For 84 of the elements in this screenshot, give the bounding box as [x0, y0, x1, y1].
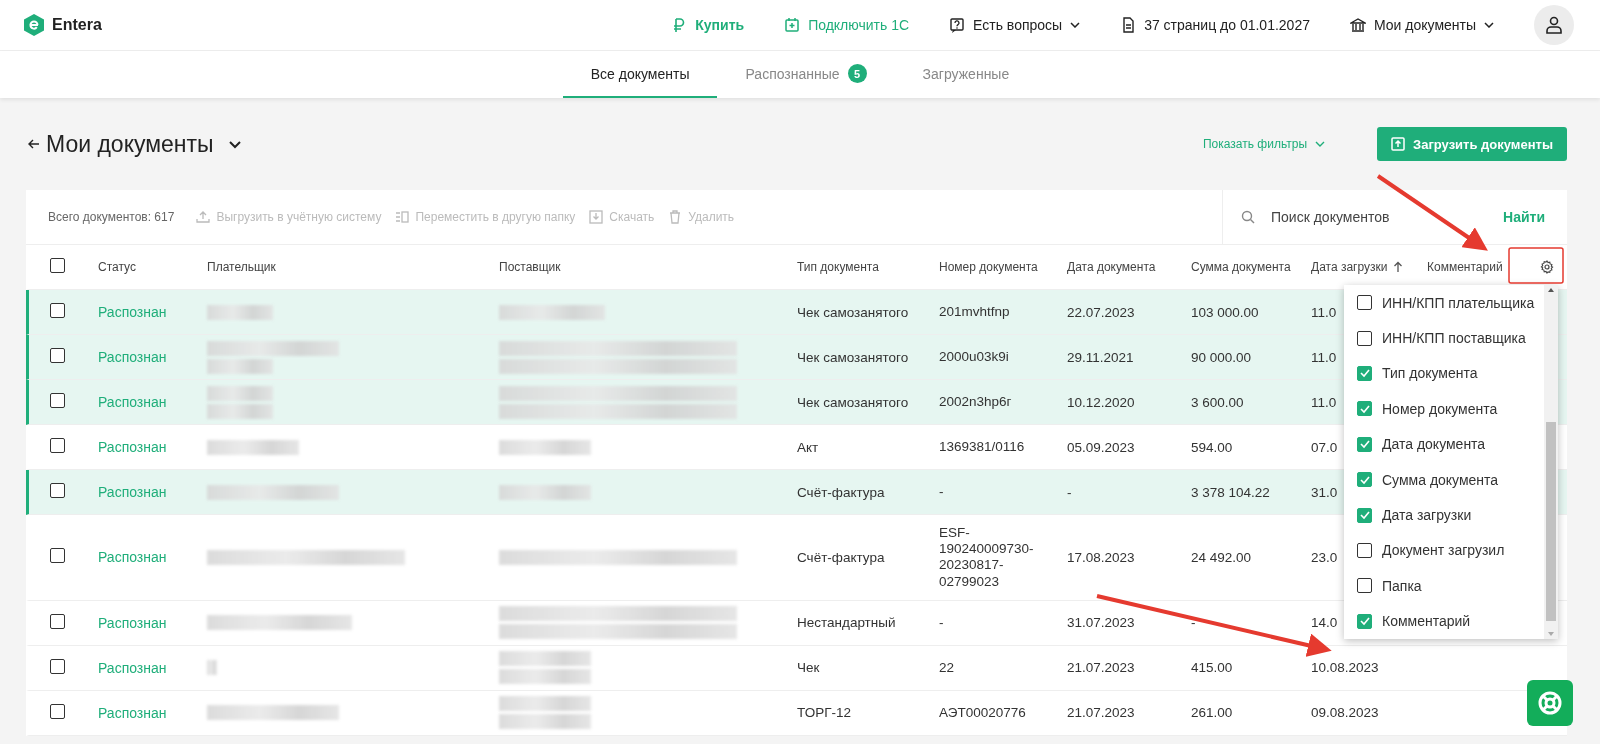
menu-item[interactable]: Папка: [1344, 568, 1544, 604]
column-header[interactable]: Статус: [98, 260, 136, 274]
column-header[interactable]: Комментарий: [1427, 260, 1503, 274]
status-text: Распознан: [98, 484, 168, 500]
table-cell: 21.07.2023: [1067, 705, 1135, 721]
nav-link[interactable]: 37 страниц до 01.01.2027: [1120, 17, 1310, 33]
tab[interactable]: Все документы: [562, 51, 718, 98]
table-cell-text: 22: [939, 658, 956, 677]
table-cell: 11.0: [1311, 304, 1337, 320]
nav-link[interactable]: Есть вопросы: [949, 17, 1081, 33]
table-cell-text: -: [939, 613, 945, 632]
menu-item[interactable]: Номер документа: [1344, 391, 1544, 427]
status-text: Распознан: [98, 549, 168, 566]
status-text: Распознан: [98, 439, 168, 455]
nav-link[interactable]: Мои документы: [1350, 17, 1494, 33]
table-cell: 11.0: [1311, 349, 1337, 365]
table-cell-text: ESF-190240009730-20230817-02799023: [939, 524, 1035, 591]
table-cell-text: АЭТ00020776: [939, 703, 1027, 722]
table-cell: 3 378 104.22: [1191, 484, 1270, 500]
menu-item[interactable]: Комментарий: [1344, 603, 1544, 639]
table-cell: -: [1191, 615, 1196, 631]
table-cell: 05.09.2023: [1067, 439, 1135, 455]
column-header[interactable]: Номер документа: [939, 260, 1038, 274]
table-cell: Чек самозанятого: [797, 304, 909, 320]
table-cell: -: [1067, 484, 1072, 500]
tab[interactable]: Загруженные: [894, 51, 1038, 98]
table-cell: 594.00: [1191, 439, 1233, 455]
table-cell: 21.07.2023: [1067, 660, 1135, 676]
tab[interactable]: Распознанные 5: [717, 51, 895, 98]
column-header[interactable]: Тип документа: [797, 260, 879, 274]
table-cell: 31.07.2023: [1067, 615, 1135, 631]
table-cell: 24 492.00: [1191, 549, 1252, 565]
table-cell-text: -: [939, 482, 945, 501]
table-cell: Чек самозанятого: [797, 394, 909, 410]
status-text: Распознан: [98, 304, 168, 320]
menu-item[interactable]: Дата загрузки: [1344, 497, 1544, 533]
table-cell: Чек: [797, 660, 820, 676]
table-cell: Счёт-фактура: [797, 484, 885, 500]
table-cell: 31.0: [1311, 484, 1338, 500]
count-badge: 5: [847, 64, 867, 83]
table-cell: 10.12.2020: [1067, 394, 1135, 410]
brand-name[interactable]: Entera: [52, 16, 102, 34]
table-cell: 261.00: [1191, 705, 1233, 721]
column-header[interactable]: Плательщик: [207, 260, 276, 274]
table-cell-text: 201mvhtfnp: [939, 302, 1011, 321]
table-cell: 23.0: [1311, 549, 1338, 565]
menu-item[interactable]: ИНН/КПП поставщика: [1344, 320, 1544, 356]
table-cell: 3 600.00: [1191, 394, 1244, 410]
status-text: Распознан: [98, 704, 168, 721]
menu-item[interactable]: Документ загрузил: [1344, 532, 1544, 569]
status-text: Распознан: [98, 394, 168, 410]
table-cell: 22.07.2023: [1067, 304, 1135, 320]
document-count: Всего документов: 617: [47, 210, 176, 224]
table-cell: 103 000.00: [1191, 304, 1259, 320]
table-cell: ТОРГ-12: [797, 705, 851, 721]
table-cell: 17.08.2023: [1067, 549, 1135, 565]
column-header[interactable]: Дата загрузки: [1311, 260, 1388, 274]
table-cell: 415.00: [1191, 660, 1233, 676]
table-cell: Акт: [797, 439, 819, 455]
table-cell: 11.0: [1311, 394, 1337, 410]
column-header[interactable]: Поставщик: [499, 260, 561, 274]
table-cell-text: 1369381/0116: [939, 437, 1026, 456]
column-header[interactable]: Дата документа: [1067, 260, 1156, 274]
menu-item[interactable]: Дата документа: [1344, 426, 1544, 462]
table-cell: 29.11.2021: [1067, 349, 1134, 365]
table-cell: 14.0: [1311, 615, 1338, 631]
page-title: Мои документы: [46, 130, 214, 158]
status-text: Распознан: [98, 349, 168, 365]
table-cell: Счёт-фактура: [797, 549, 885, 565]
search-field[interactable]: Поиск документов: [1269, 208, 1490, 226]
table-cell: 90 000.00: [1191, 349, 1252, 365]
column-header[interactable]: Сумма документа: [1191, 260, 1291, 274]
table-cell: Чек самозанятого: [797, 349, 909, 365]
table-cell: 10.08.2023: [1311, 660, 1379, 676]
table-cell: 07.0: [1311, 439, 1338, 455]
table-cell: Нестандартный: [797, 615, 896, 631]
status-text: Распознан: [98, 614, 168, 631]
menu-item[interactable]: Тип документа: [1344, 355, 1544, 392]
table-cell-text: 2000u03k9i: [939, 347, 1010, 366]
table-cell: 09.08.2023: [1311, 705, 1379, 721]
status-text: Распознан: [98, 659, 168, 676]
menu-item[interactable]: ИНН/КПП плательщика: [1344, 285, 1544, 321]
table-cell-text: 2002n3hp6г: [939, 392, 1013, 411]
menu-item[interactable]: Сумма документа: [1344, 461, 1544, 498]
